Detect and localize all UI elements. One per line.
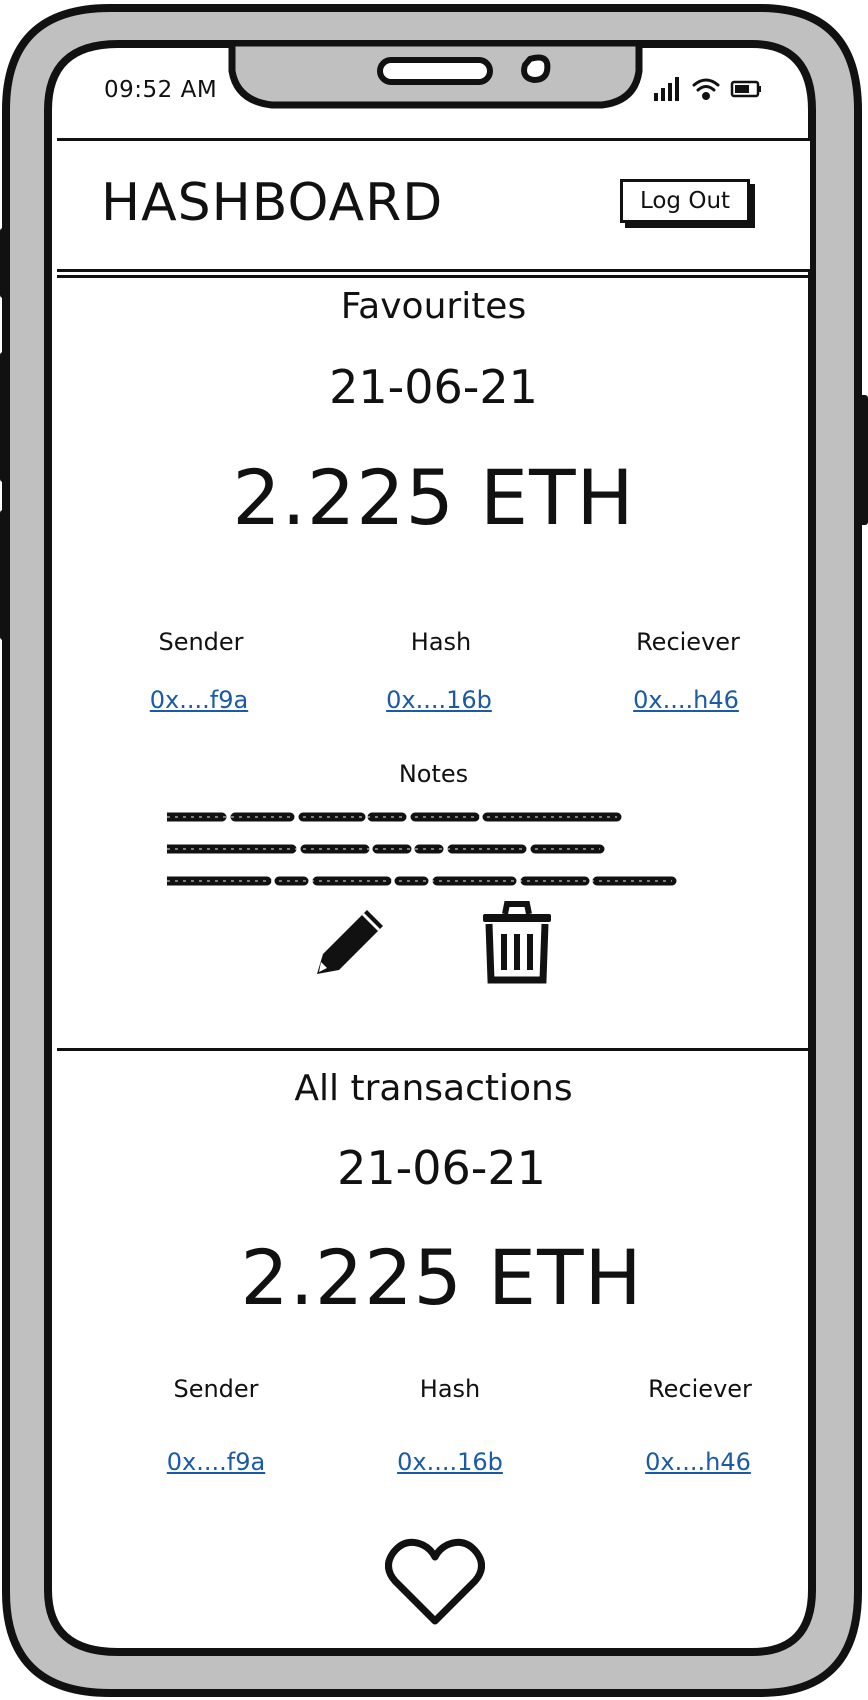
signal-icon bbox=[654, 77, 679, 101]
all-transactions-title: All transactions bbox=[294, 1068, 573, 1109]
trash-icon[interactable] bbox=[477, 900, 557, 986]
favourites-amount: 2.225 ETH bbox=[232, 453, 635, 542]
hash-link[interactable]: 0x....16b bbox=[350, 1448, 550, 1476]
phone-mockup: 09:52 AM HASHBOARD Log Out Favourites 21… bbox=[0, 0, 868, 1700]
notes-scribble bbox=[167, 812, 677, 886]
screen: 09:52 AM HASHBOARD Log Out Favourites 21… bbox=[57, 43, 810, 1655]
receiver-label: Reciever bbox=[648, 1375, 752, 1403]
logout-button[interactable]: Log Out bbox=[620, 179, 750, 223]
battery-icon bbox=[730, 80, 761, 98]
receiver-label: Reciever bbox=[636, 628, 740, 656]
favourites-date: 21-06-21 bbox=[329, 360, 538, 414]
heart-icon[interactable] bbox=[385, 1537, 485, 1627]
sender-link[interactable]: 0x....f9a bbox=[99, 686, 299, 714]
all-transactions-date: 21-06-21 bbox=[337, 1141, 546, 1195]
hash-label: Hash bbox=[419, 1375, 481, 1403]
wifi-icon bbox=[692, 78, 720, 100]
app-title: HASHBOARD bbox=[101, 173, 444, 233]
status-bar: 09:52 AM bbox=[57, 43, 810, 138]
hash-label: Hash bbox=[410, 628, 472, 656]
receiver-link[interactable]: 0x....h46 bbox=[586, 686, 786, 714]
status-time: 09:52 AM bbox=[104, 77, 218, 103]
speaker-icon bbox=[377, 57, 493, 85]
sender-label: Sender bbox=[158, 628, 244, 656]
status-icons bbox=[654, 77, 761, 101]
all-transactions-amount: 2.225 ETH bbox=[240, 1233, 643, 1322]
all-transactions-card: All transactions 21-06-21 2.225 ETH Send… bbox=[57, 1048, 810, 1655]
notes-label: Notes bbox=[398, 760, 469, 788]
camera-icon bbox=[521, 54, 551, 84]
pencil-icon[interactable] bbox=[309, 900, 391, 982]
app-header: HASHBOARD Log Out bbox=[57, 138, 810, 272]
sender-link[interactable]: 0x....f9a bbox=[116, 1448, 316, 1476]
favourites-title: Favourites bbox=[340, 286, 527, 327]
receiver-link[interactable]: 0x....h46 bbox=[598, 1448, 798, 1476]
sender-label: Sender bbox=[173, 1375, 259, 1403]
favourites-card: Favourites 21-06-21 2.225 ETH Sender Has… bbox=[57, 278, 810, 1051]
hash-link[interactable]: 0x....16b bbox=[339, 686, 539, 714]
